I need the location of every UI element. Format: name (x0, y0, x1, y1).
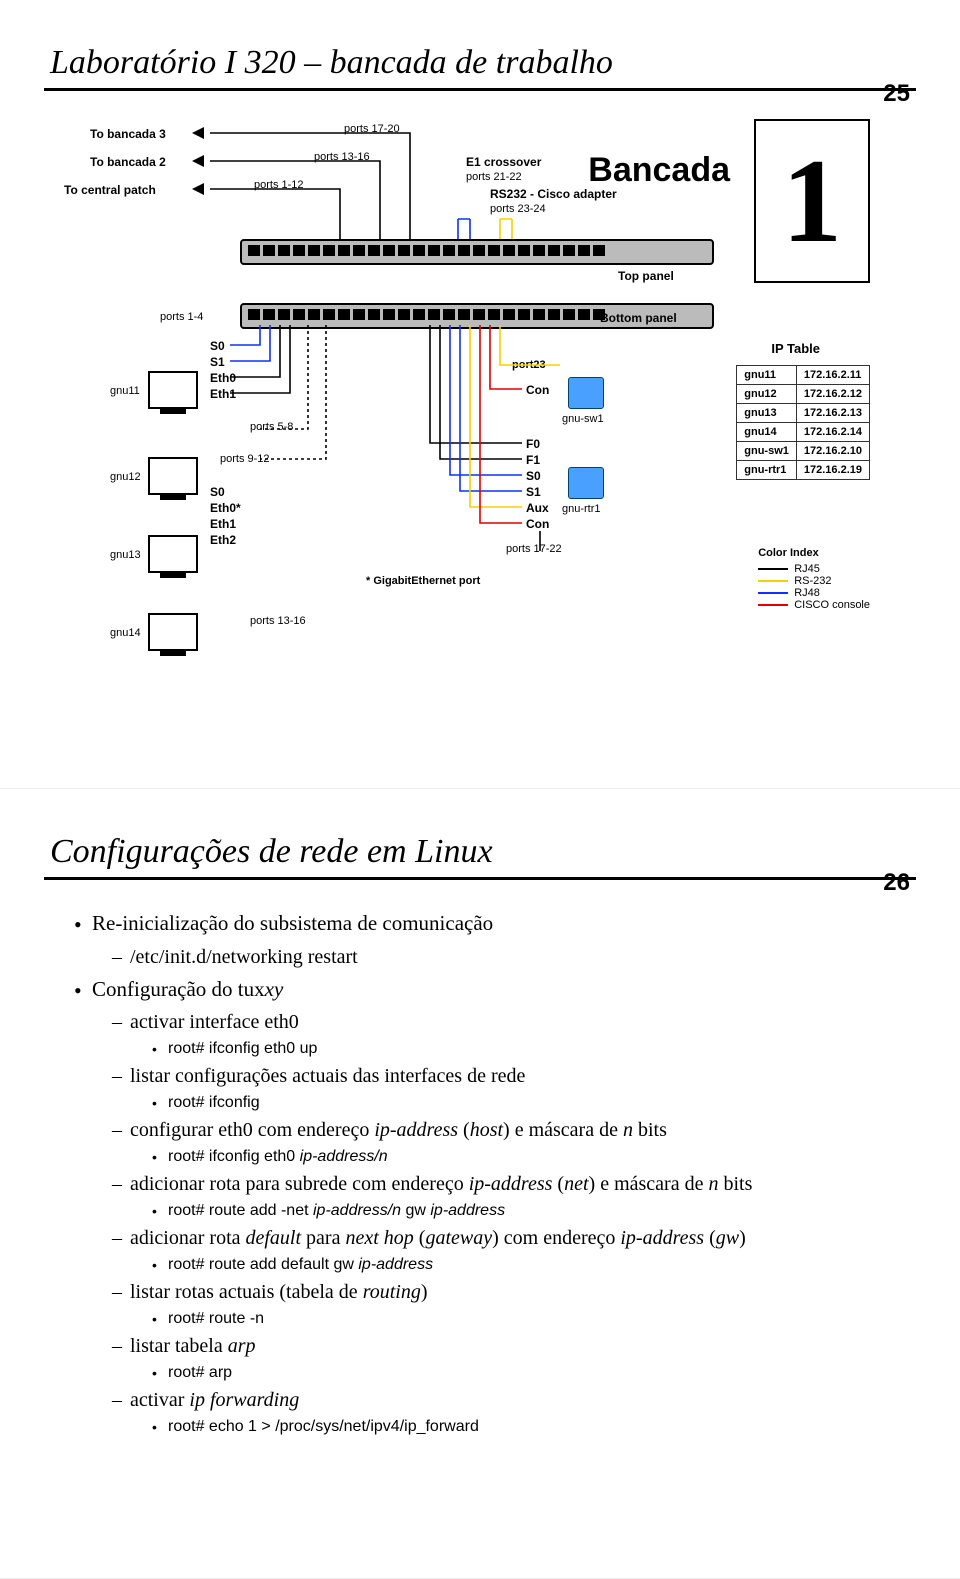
list-item: listar configurações actuais das interfa… (112, 1061, 900, 1091)
color-index-item: CISCO console (758, 599, 870, 611)
iface-s0b: S0 (210, 485, 225, 499)
list-item: root# ifconfig (152, 1091, 900, 1115)
arrow-left-icon (192, 127, 204, 139)
table-row: gnu12172.16.2.12 (737, 385, 870, 404)
list-item: listar rotas actuais (tabela de routing) (112, 1277, 900, 1307)
ip-table: gnu11172.16.2.11gnu12172.16.2.12gnu13172… (736, 365, 870, 480)
port23-label: port23 (512, 359, 546, 371)
slide1-title: Laboratório I 320 – bancada de trabalho (50, 44, 910, 82)
monitor-gnu11 (148, 371, 198, 409)
slide-1: 25 Laboratório I 320 – bancada de trabal… (0, 44, 960, 789)
list-item: adicionar rota default para next hop (ga… (112, 1223, 900, 1253)
list-item: root# ifconfig eth0 ip-address/n (152, 1145, 900, 1169)
top-patch-panel (240, 239, 714, 265)
iface-eth1: Eth1 (210, 387, 236, 401)
patch-dots (242, 241, 712, 260)
list-item: root# arp (152, 1361, 900, 1385)
ports-21-22: ports 21-22 (466, 171, 522, 183)
con-rtr: Con (526, 517, 549, 531)
ip-table-title: IP Table (771, 341, 820, 356)
table-row: gnu14172.16.2.14 (737, 423, 870, 442)
title-rule (44, 88, 916, 91)
color-index-title: Color Index (758, 547, 870, 559)
top-panel-label: Top panel (618, 269, 674, 283)
color-index-item: RJ48 (758, 587, 870, 599)
dest-bancada3-ports: ports 17-20 (344, 123, 400, 135)
ports-17-22: ports 17-22 (506, 543, 562, 555)
ports-1-4: ports 1-4 (160, 311, 203, 323)
list-item: root# echo 1 > /proc/sys/net/ipv4/ip_for… (152, 1415, 900, 1439)
ports-5-8: ports 5-8 (250, 421, 293, 433)
con-label-sw: Con (526, 383, 549, 397)
e1-crossover: E1 crossover (466, 155, 541, 169)
monitor-gnu13 (148, 535, 198, 573)
gbe-note: * GigabitEthernet port (366, 575, 480, 587)
aux: Aux (526, 501, 549, 515)
title-rule (44, 877, 916, 880)
diagram: To bancada 3 ports 17-20 To bancada 2 po… (60, 119, 900, 699)
table-row: gnu-sw1172.16.2.10 (737, 442, 870, 461)
iface-eth2: Eth2 (210, 533, 236, 547)
list-item: /etc/init.d/networking restart (112, 942, 900, 972)
switch-icon (568, 377, 604, 409)
list-item: root# ifconfig eth0 up (152, 1037, 900, 1061)
arrow-left-icon (192, 155, 204, 167)
ports-13-16: ports 13-16 (250, 615, 306, 627)
iface-eth0: Eth0 (210, 371, 236, 385)
dest-bancada2: To bancada 2 (90, 155, 166, 169)
gnu13-label: gnu13 (110, 549, 141, 561)
list-item: root# route -n (152, 1307, 900, 1331)
list-item: root# route add -net ip-address/n gw ip-… (152, 1199, 900, 1223)
monitor-gnu14 (148, 613, 198, 651)
list-item: adicionar rota para subrede com endereço… (112, 1169, 900, 1199)
bancada-label: Bancada (588, 151, 730, 190)
gnu12-label: gnu12 (110, 471, 141, 483)
dest-central-ports: ports 1-12 (254, 179, 304, 191)
list-item: listar tabela arp (112, 1331, 900, 1361)
router-icon (568, 467, 604, 499)
dest-bancada2-ports: ports 13-16 (314, 151, 370, 163)
rs232-adapter: RS232 - Cisco adapter (490, 187, 617, 201)
monitor-gnu12 (148, 457, 198, 495)
s0-rtr: S0 (526, 469, 541, 483)
list-item: root# route add default gw ip-address (152, 1253, 900, 1277)
s1-rtr: S1 (526, 485, 541, 499)
bottom-panel-label: Bottom panel (600, 311, 677, 325)
table-row: gnu13172.16.2.13 (737, 404, 870, 423)
list-item: activar ip forwarding (112, 1385, 900, 1415)
list-item: Configuração do tuxxy (74, 974, 900, 1006)
f1: F1 (526, 453, 540, 467)
iface-s0: S0 (210, 339, 225, 353)
list-item: configurar eth0 com endereço ip-address … (112, 1115, 900, 1145)
dest-bancada3: To bancada 3 (90, 127, 166, 141)
color-index-item: RJ45 (758, 563, 870, 575)
page-number: 26 (883, 869, 910, 897)
gnu11-label: gnu11 (110, 385, 140, 397)
ports-23-24: ports 23-24 (490, 203, 546, 215)
bancada-number-box: 1 (754, 119, 870, 283)
color-index-item: RS-232 (758, 575, 870, 587)
gnu14-label: gnu14 (110, 627, 141, 639)
list-item: Re-inicialização do subsistema de comuni… (74, 908, 900, 940)
slide2-body: Re-inicialização do subsistema de comuni… (60, 908, 900, 1439)
arrow-left-icon (192, 183, 204, 195)
gnu-rtr1-label: gnu-rtr1 (562, 503, 601, 515)
slide-2: 26 Configurações de rede em Linux Re-ini… (0, 833, 960, 1579)
iface-s1: S1 (210, 355, 225, 369)
bancada-number: 1 (782, 134, 842, 267)
list-item: activar interface eth0 (112, 1007, 900, 1037)
color-index: Color Index RJ45RS-232RJ48CISCO console (758, 547, 870, 611)
gnu-sw1-label: gnu-sw1 (562, 413, 604, 425)
slide2-title: Configurações de rede em Linux (50, 833, 910, 871)
iface-eth0star: Eth0* (210, 501, 241, 515)
table-row: gnu-rtr1172.16.2.19 (737, 461, 870, 480)
page-number: 25 (883, 80, 910, 108)
f0: F0 (526, 437, 540, 451)
table-row: gnu11172.16.2.11 (737, 366, 870, 385)
dest-central: To central patch (64, 183, 156, 197)
iface-eth1b: Eth1 (210, 517, 236, 531)
ports-9-12: ports 9-12 (220, 453, 270, 465)
